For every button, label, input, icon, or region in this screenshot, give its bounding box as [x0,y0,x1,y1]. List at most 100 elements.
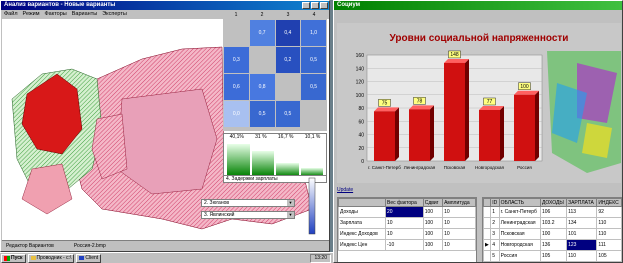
region-cell[interactable]: 105 [596,250,622,262]
matrix-cell[interactable]: 0,6 [223,73,250,101]
region-cell[interactable]: 111 [596,239,622,251]
matrix-cell[interactable]: 0,8 [248,73,276,101]
x-tick-label: Новгородская [475,165,505,170]
matrix-cell[interactable] [274,73,302,101]
table-row[interactable]: 1 г. Санкт-Петерб 106 113 92 [483,206,622,218]
minimize-button[interactable] [302,2,310,9]
matrix-cell[interactable]: 0,0 [223,100,250,128]
matrix-cell[interactable]: 0,5 [248,100,276,128]
region-cell[interactable]: 5 [490,250,500,262]
region-header[interactable]: ДОХОДЫ [539,198,568,207]
factor-shift-cell[interactable]: 100 [422,217,444,229]
region-cell[interactable]: 110 [566,250,598,262]
region-cell[interactable]: 100 [539,228,568,240]
region-cell[interactable]: 92 [596,206,622,218]
maximize-button[interactable] [311,2,319,9]
matrix-cell[interactable]: 0,5 [300,73,327,101]
socium-window: Социум Уровни социальной напряженности 0… [333,0,623,263]
region-cell[interactable]: 2 [490,217,500,229]
region-cell[interactable]: 106 [539,206,568,218]
update-link[interactable]: Update [337,187,353,193]
matrix-cell[interactable] [248,46,276,74]
chevron-down-icon[interactable]: ▼ [287,200,294,206]
menu-variants[interactable]: Варианты [72,10,97,18]
menu-experts[interactable]: Эксперты [102,10,127,18]
chart-bar [514,94,535,161]
matrix-cell[interactable]: 0,7 [248,19,276,47]
close-button[interactable] [320,2,328,9]
matrix-cell[interactable] [223,19,250,47]
menu-mode[interactable]: Режим [23,10,40,18]
table-row[interactable]: Индекс Доходов 10 100 10 [337,228,476,240]
scale-gradient [308,177,316,235]
chevron-down-icon[interactable]: ▼ [287,212,294,218]
factor-name: Индекс Цен [337,239,387,251]
region-cell[interactable]: 4 [490,239,500,251]
region-header[interactable]: ОБЛАСТЬ [498,198,541,207]
region-cell[interactable]: Ленинградская [498,217,541,229]
factor-header[interactable]: Амплитуда [442,198,476,207]
region-cell[interactable]: 105 [539,250,568,262]
candidate-combo-1[interactable]: 2. Зюганов ▼ [201,199,295,207]
region-cell[interactable]: 101 [566,228,598,240]
table-row[interactable]: 5 Россия 105 110 105 [483,250,622,262]
region-cell[interactable]: Россия [498,250,541,262]
candidate-combo-2[interactable]: 3. Явлинский ▼ [201,211,295,219]
region-cell[interactable]: 136 [539,239,568,251]
table-row[interactable]: ▶ 4 Новгородская 136 123 111 [483,239,622,251]
table-row[interactable]: Индекс Цен -10 100 10 [337,239,476,251]
factor-grid: Вес фактора Сдвиг Амплитуда Доходы 20 10… [337,198,476,251]
region-header[interactable]: ID [490,198,500,207]
factor-amp-cell[interactable]: 10 [442,217,476,229]
variant-bar [227,144,250,176]
map-region-siberia [116,88,218,195]
taskbar-item-client[interactable]: Client [76,253,102,263]
region-cell-selected[interactable]: 123 [566,239,598,251]
factor-amp-cell[interactable]: 10 [442,206,476,218]
factor-shift-cell[interactable]: 100 [422,239,444,251]
factor-weight-cell[interactable]: 10 [385,217,424,229]
menu-file[interactable]: Файл [4,10,18,18]
matrix-cell[interactable]: 0,2 [274,46,302,74]
region-cell[interactable]: 103.2 [539,217,568,229]
factor-header[interactable]: Сдвиг [422,198,444,207]
table-row[interactable]: 3 Псковская 100 101 110 [483,228,622,240]
menu-factors[interactable]: Факторы [45,10,67,18]
region-cell[interactable]: 3 [490,228,500,240]
socium-title-bar[interactable]: Социум [334,1,622,10]
region-cell[interactable]: 110 [596,228,622,240]
factor-shift-cell[interactable]: 100 [422,228,444,240]
bar-side [430,105,434,161]
matrix-cell[interactable] [300,100,327,128]
region-header[interactable]: ЗАРПЛАТА [566,198,598,207]
table-row[interactable]: Зарплата 10 100 10 [337,217,476,229]
matrix-cell[interactable]: 0,3 [223,46,250,74]
analysis-title-bar[interactable]: Анализ вариантов - Новые варианты [1,1,329,10]
region-cell[interactable]: Новгородская [498,239,541,251]
table-row[interactable]: 2 Ленинградская 103.2 134 110 [483,217,622,229]
start-button[interactable]: Пуск [1,253,26,263]
factor-amp-cell[interactable]: 10 [442,239,476,251]
factor-header[interactable]: Вес фактора [385,198,424,207]
region-cell[interactable]: 113 [566,206,598,218]
bar-side [535,90,539,161]
factor-amp-cell[interactable]: 10 [442,228,476,240]
region-cell[interactable]: 1 [490,206,500,218]
factor-weight-cell[interactable]: 10 [385,228,424,240]
region-cell[interactable]: г. Санкт-Петерб [498,206,541,218]
table-row[interactable]: Доходы 20 100 10 [337,206,476,218]
bar-side [395,107,399,161]
factor-shift-cell[interactable]: 100 [422,206,444,218]
region-header[interactable]: ИНДЕКС [596,198,622,207]
taskbar-item-explorer[interactable]: Проводник - c:\ [27,253,75,263]
region-cell[interactable]: Псковская [498,228,541,240]
region-cell[interactable]: 134 [566,217,598,229]
region-cell[interactable]: 110 [596,217,622,229]
matrix-cell[interactable]: 0,4 [274,19,302,47]
factor-weight-cell[interactable]: -10 [385,239,424,251]
matrix-col-1: 1 [234,12,238,18]
matrix-cell[interactable]: 0,5 [300,46,327,74]
factor-weight-cell[interactable]: 20 [385,206,424,218]
matrix-cell[interactable]: 0,5 [274,100,302,128]
matrix-cell[interactable]: 1,0 [300,19,327,47]
